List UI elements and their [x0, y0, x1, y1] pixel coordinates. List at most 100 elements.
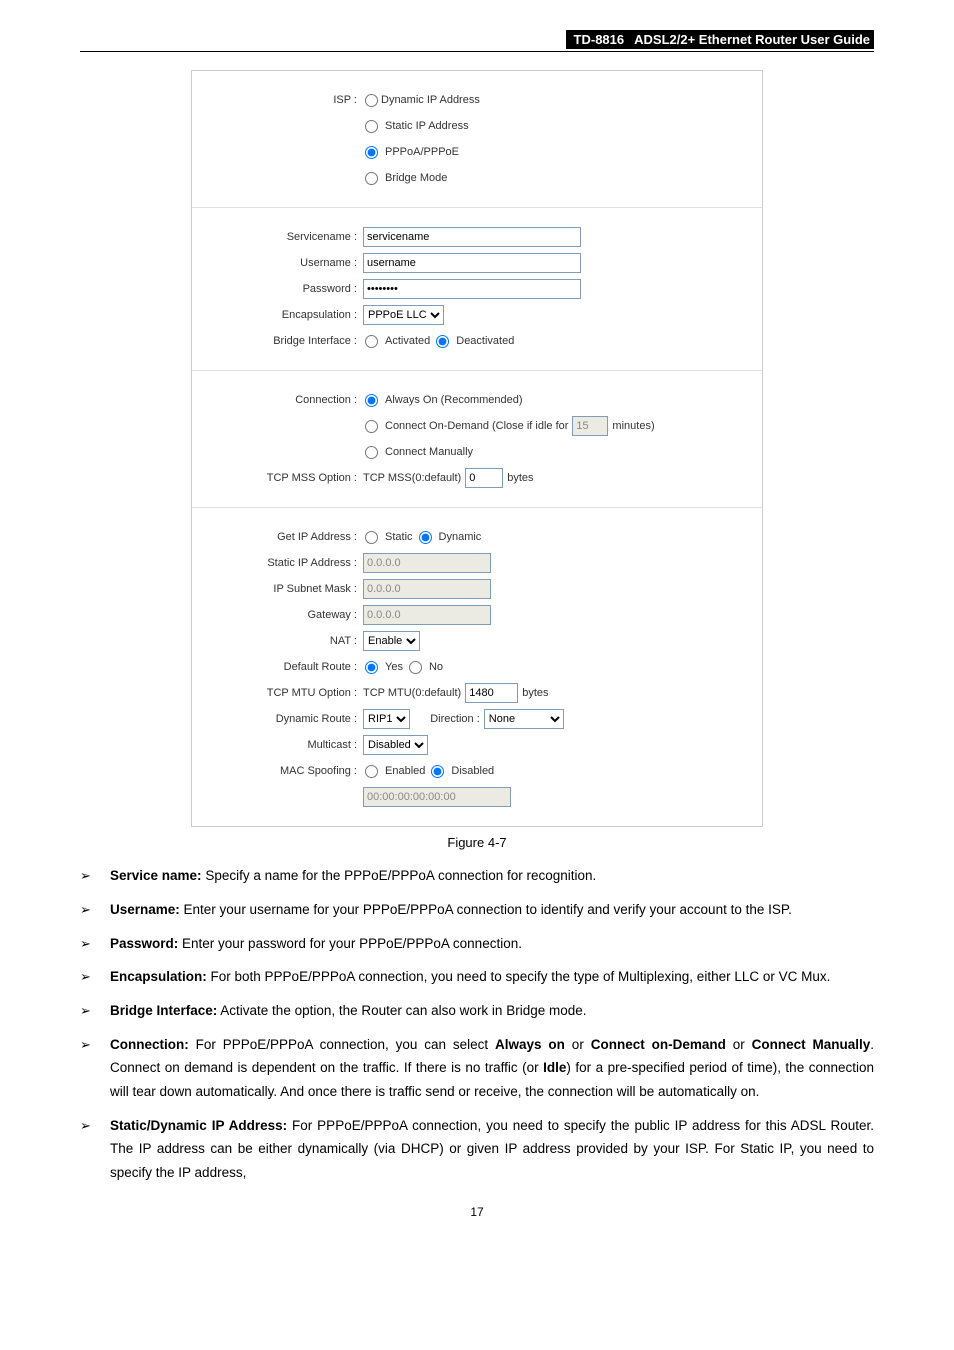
bullet-icon: ➢	[80, 965, 110, 989]
ip-section: Get IP Address : Static Dynamic Static I…	[192, 508, 762, 826]
multicast-select[interactable]: Disabled	[363, 735, 428, 755]
page-header: TD-8816 ADSL2/2+ Ethernet Router User Gu…	[80, 30, 874, 52]
config-form-screenshot: ISP : Dynamic IP Address Static IP Addre…	[191, 70, 763, 827]
tcp-mtu-input[interactable]	[465, 683, 518, 703]
dynamic-route-label: Dynamic Route :	[202, 713, 363, 725]
nat-label: NAT :	[202, 635, 363, 647]
multicast-label: Multicast :	[202, 739, 363, 751]
getip-dynamic-radio[interactable]	[419, 531, 432, 544]
encapsulation-select[interactable]: PPPoE LLC	[363, 305, 444, 325]
b2-title: Username:	[110, 902, 180, 917]
isp-pppoa-label: PPPoA/PPPoE	[385, 146, 459, 158]
bridge-activated-label: Activated	[385, 335, 430, 347]
isp-pppoa-radio[interactable]	[365, 146, 378, 159]
conn-ondemand-post: minutes)	[612, 420, 654, 432]
b1-title: Service name:	[110, 868, 202, 883]
direction-label: Direction :	[430, 713, 480, 725]
b2-text: Enter your username for your PPPoE/PPPoA…	[180, 902, 792, 917]
isp-dynamic-radio[interactable]	[365, 94, 378, 107]
bridge-activated-radio[interactable]	[365, 335, 378, 348]
getip-static-radio[interactable]	[365, 531, 378, 544]
bullet-icon: ➢	[80, 1114, 110, 1185]
getip-dynamic-label: Dynamic	[439, 531, 482, 543]
page-number: 17	[80, 1205, 874, 1219]
service-section: Servicename : Username : Password : Enca…	[192, 208, 762, 371]
b6-s2: Connect on-Demand	[591, 1037, 726, 1052]
b3-text: Enter your password for your PPPoE/PPPoA…	[178, 936, 522, 951]
b5-text: Activate the option, the Router can also…	[217, 1003, 586, 1018]
isp-dynamic-label: Dynamic IP Address	[381, 94, 480, 106]
model-number: TD-8816	[566, 30, 633, 49]
bullet-icon: ➢	[80, 864, 110, 888]
subnet-input[interactable]	[363, 579, 491, 599]
password-input[interactable]	[363, 279, 581, 299]
password-label: Password :	[202, 283, 363, 295]
mac-disabled-label: Disabled	[451, 765, 494, 777]
conn-ondemand-radio[interactable]	[365, 420, 378, 433]
static-ip-input[interactable]	[363, 553, 491, 573]
bridge-interface-label: Bridge Interface :	[202, 335, 363, 347]
direction-select[interactable]: None	[484, 709, 564, 729]
tcp-mss-input[interactable]	[465, 468, 503, 488]
mac-enabled-label: Enabled	[385, 765, 425, 777]
b3-title: Password:	[110, 936, 178, 951]
static-ip-label: Static IP Address :	[202, 557, 363, 569]
bridge-deactivated-radio[interactable]	[436, 335, 449, 348]
figure-caption: Figure 4-7	[80, 835, 874, 850]
doc-title: ADSL2/2+ Ethernet Router User Guide	[632, 30, 874, 49]
bridge-deactivated-label: Deactivated	[456, 335, 514, 347]
isp-bridge-label: Bridge Mode	[385, 172, 447, 184]
default-route-yes-label: Yes	[385, 661, 403, 673]
bullet-icon: ➢	[80, 1033, 110, 1104]
tcp-mss-text: TCP MSS(0:default)	[363, 472, 461, 484]
connection-label: Connection :	[202, 394, 363, 406]
tcp-mss-label: TCP MSS Option :	[202, 472, 363, 484]
b6-s3: Connect Manually	[752, 1037, 871, 1052]
default-route-no-label: No	[429, 661, 443, 673]
conn-ondemand-pre: Connect On-Demand (Close if idle for	[385, 420, 568, 432]
mac-spoof-label: MAC Spoofing :	[202, 765, 363, 777]
rip-select[interactable]: RIP1	[363, 709, 410, 729]
isp-label: ISP :	[202, 94, 363, 106]
bullet-icon: ➢	[80, 932, 110, 956]
b4-text: For both PPPoE/PPPoA connection, you nee…	[207, 969, 831, 984]
isp-static-label: Static IP Address	[385, 120, 469, 132]
get-ip-label: Get IP Address :	[202, 531, 363, 543]
default-route-no-radio[interactable]	[409, 661, 422, 674]
servicename-input[interactable]	[363, 227, 581, 247]
b6-idle: Idle	[543, 1060, 566, 1075]
bullet-icon: ➢	[80, 999, 110, 1023]
username-input[interactable]	[363, 253, 581, 273]
mac-address-input[interactable]	[363, 787, 511, 807]
encapsulation-label: Encapsulation :	[202, 309, 363, 321]
conn-idle-input[interactable]	[572, 416, 608, 436]
conn-manually-radio[interactable]	[365, 446, 378, 459]
conn-always-label: Always On (Recommended)	[385, 394, 523, 406]
tcp-mtu-label: TCP MTU Option :	[202, 687, 363, 699]
default-route-yes-radio[interactable]	[365, 661, 378, 674]
tcp-mtu-bytes: bytes	[522, 687, 548, 699]
b6-title: Connection:	[110, 1037, 189, 1052]
b5-title: Bridge Interface:	[110, 1003, 217, 1018]
isp-section: ISP : Dynamic IP Address Static IP Addre…	[192, 71, 762, 208]
gateway-input[interactable]	[363, 605, 491, 625]
b6-or: or	[565, 1037, 591, 1052]
mac-enabled-radio[interactable]	[365, 765, 378, 778]
mac-disabled-radio[interactable]	[431, 765, 444, 778]
b7-title: Static/Dynamic IP Address:	[110, 1118, 287, 1133]
nat-select[interactable]: Enable	[363, 631, 420, 651]
b6-or2: or	[726, 1037, 752, 1052]
conn-always-radio[interactable]	[365, 394, 378, 407]
subnet-label: IP Subnet Mask :	[202, 583, 363, 595]
description-list: ➢Service name: Specify a name for the PP…	[80, 864, 874, 1185]
gateway-label: Gateway :	[202, 609, 363, 621]
conn-manually-label: Connect Manually	[385, 446, 473, 458]
isp-bridge-radio[interactable]	[365, 172, 378, 185]
getip-static-label: Static	[385, 531, 413, 543]
username-label: Username :	[202, 257, 363, 269]
b6-p1: For PPPoE/PPPoA connection, you can sele…	[189, 1037, 495, 1052]
default-route-label: Default Route :	[202, 661, 363, 673]
isp-static-radio[interactable]	[365, 120, 378, 133]
bullet-icon: ➢	[80, 898, 110, 922]
connection-section: Connection : Always On (Recommended) Con…	[192, 371, 762, 508]
